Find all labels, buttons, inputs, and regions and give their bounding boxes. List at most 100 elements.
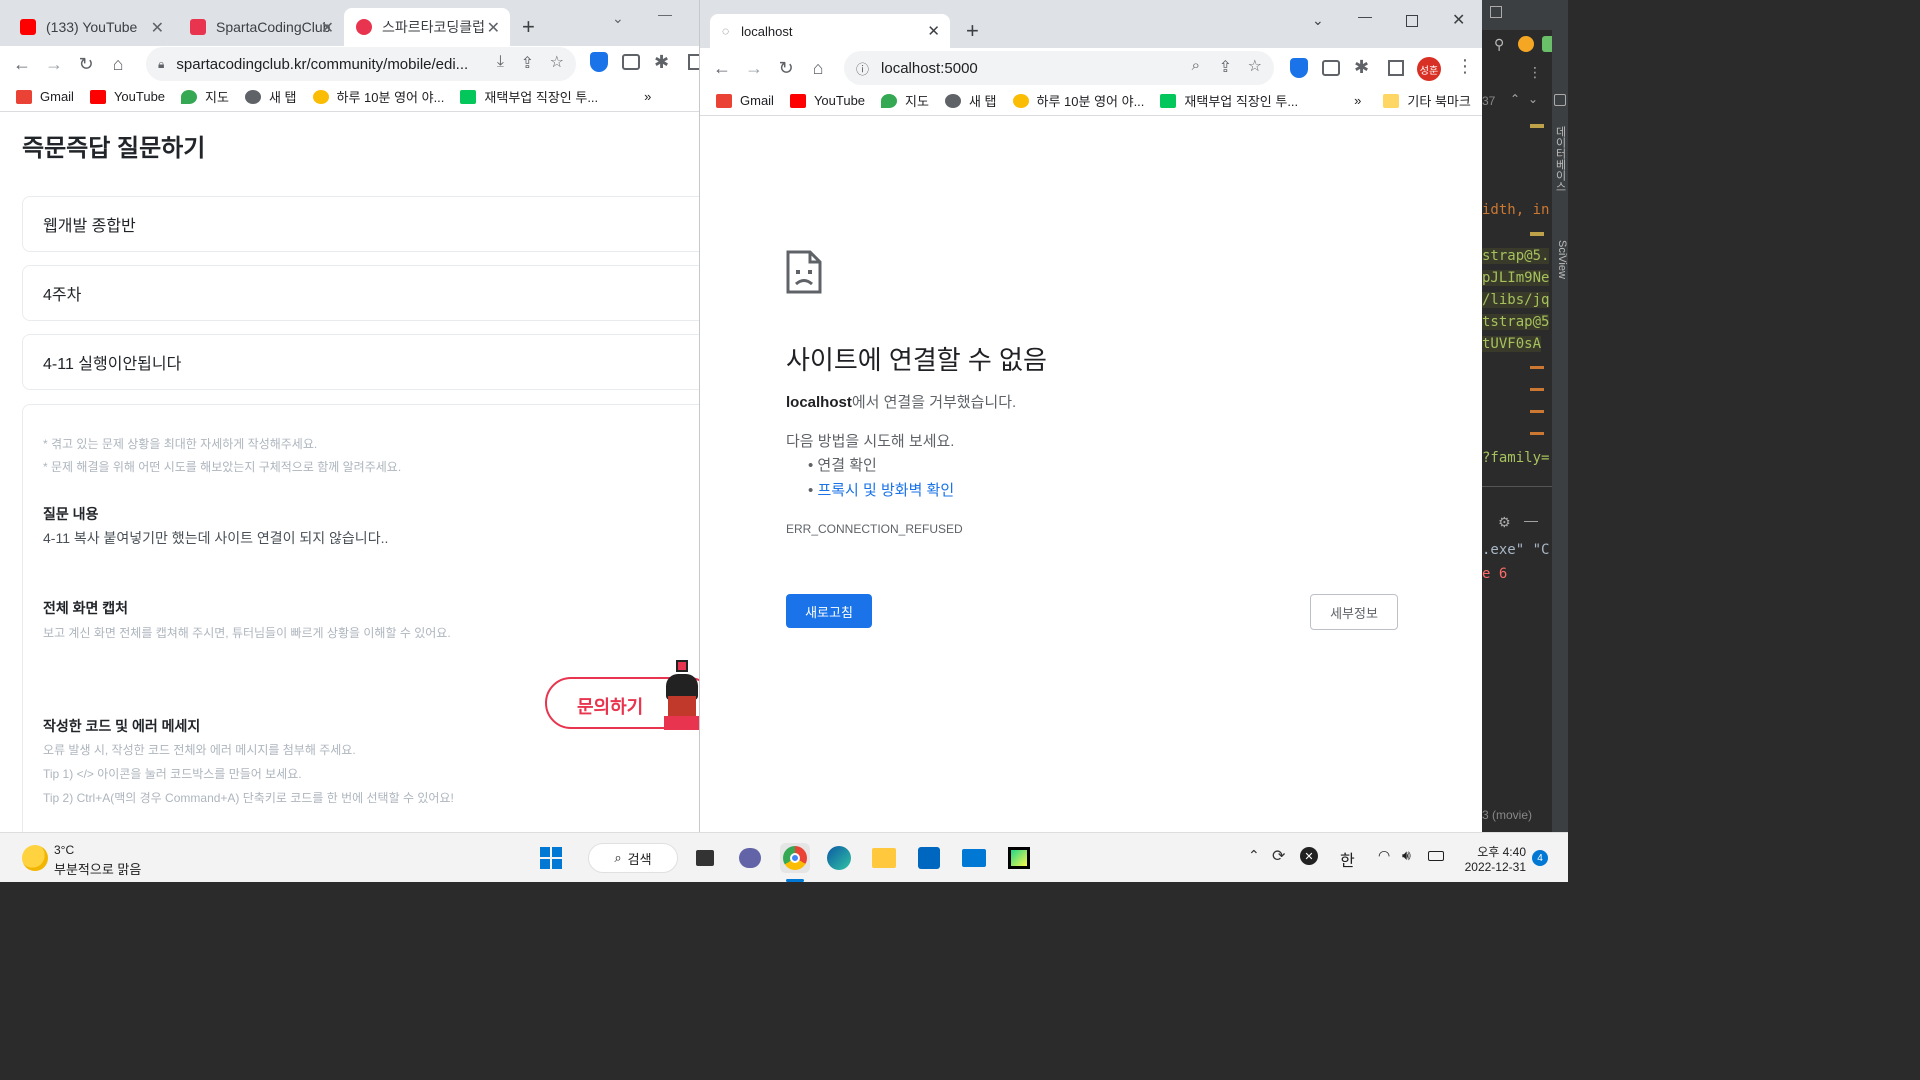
extensions-puzzle-icon[interactable]: ✱ — [1354, 57, 1369, 78]
bookmark-gmail[interactable]: Gmail — [16, 89, 74, 104]
bookmark-label: 새 탭 — [268, 90, 297, 105]
tab-search-icon[interactable]: ⌄ — [612, 10, 624, 27]
tab-localhost[interactable]: ◌ localhost ✕ — [710, 14, 950, 48]
gear-icon[interactable]: ⚙ — [1498, 514, 1511, 531]
chrome-icon[interactable] — [780, 843, 810, 873]
reload-button[interactable]: 새로고침 — [786, 594, 872, 628]
clock-date[interactable]: 2022-12-31 — [1462, 860, 1526, 874]
new-tab-button[interactable]: + — [522, 14, 535, 40]
left-address-bar[interactable]: 🔒︎ spartacodingclub.kr/community/mobile/… — [146, 47, 576, 81]
bookmark-new-tab[interactable]: 새 탭 — [944, 91, 997, 110]
battery-icon[interactable] — [1428, 851, 1444, 861]
taskbar-search[interactable]: ⌕ 검색 — [588, 843, 678, 873]
forward-icon[interactable]: → — [740, 54, 768, 82]
bookmark-blog[interactable]: 재택부업 직장인 투... — [1160, 91, 1298, 110]
maps-pin-icon — [181, 89, 198, 104]
home-icon[interactable]: ⌂ — [104, 50, 132, 78]
tab-sparta-active[interactable]: 스파르타코딩클럽 ✕ — [344, 8, 510, 46]
question-editor[interactable]: * 겪고 있는 문제 상황을 최대한 자세하게 작성해주세요. * 문제 해결을… — [22, 404, 700, 832]
close-icon[interactable]: ✕ — [321, 18, 334, 38]
minimize-icon[interactable]: — — [1358, 8, 1372, 24]
bookmark-english[interactable]: 하루 10분 영어 야... — [312, 87, 444, 106]
other-bookmarks[interactable]: 기타 북마크 — [1383, 91, 1471, 110]
bookmark-new-tab[interactable]: 새 탭 — [244, 87, 297, 106]
wifi-icon[interactable]: ◠ — [1378, 847, 1390, 864]
bookmark-english[interactable]: 하루 10분 영어 야... — [1012, 91, 1144, 110]
course-select[interactable]: 웹개발 종합반 — [22, 196, 700, 252]
sciview-tab[interactable]: SciView — [1552, 240, 1568, 300]
chat-teams-icon[interactable] — [735, 843, 765, 873]
weather-sun-icon[interactable] — [22, 845, 48, 871]
right-address-bar[interactable]: ⓘ localhost:5000 ⌕ ⇪ ☆ — [844, 51, 1274, 85]
star-icon[interactable]: ☆ — [550, 52, 564, 72]
bookmark-maps[interactable]: 지도 — [181, 87, 229, 106]
install-icon[interactable]: ⤓ — [497, 53, 504, 71]
bookmark-maps[interactable]: 지도 — [881, 91, 929, 110]
home-icon[interactable]: ⌂ — [804, 54, 832, 82]
file-explorer-icon[interactable] — [869, 843, 899, 873]
close-icon[interactable]: ✕ — [151, 18, 164, 38]
notification-badge[interactable]: 4 — [1532, 850, 1548, 866]
bookmark-youtube[interactable]: YouTube — [89, 89, 165, 104]
suggestion-proxy-link[interactable]: • 프록시 및 방화벽 확인 — [808, 479, 954, 500]
chevron-down-icon[interactable]: ⌄ — [1528, 92, 1538, 106]
subject-input[interactable]: 4-11 실행이안됩니다 — [22, 334, 700, 390]
share-icon[interactable]: ⇪ — [521, 53, 534, 73]
back-icon[interactable]: ← — [708, 54, 736, 82]
chevron-up-icon[interactable]: ⌃ — [1510, 92, 1520, 106]
extension-cast-icon[interactable] — [622, 54, 640, 70]
week-select[interactable]: 4주차 — [22, 265, 700, 321]
menu-kebab-icon[interactable]: ⋮ — [1528, 64, 1542, 81]
tab-search-icon[interactable]: ⌄ — [1312, 12, 1324, 29]
bookmark-gmail[interactable]: Gmail — [716, 93, 774, 108]
ime-indicator[interactable]: 한 — [1340, 847, 1355, 871]
star-icon[interactable]: ☆ — [1248, 56, 1262, 76]
notifications-icon[interactable] — [1554, 94, 1566, 106]
close-window-icon[interactable]: ✕ — [1452, 10, 1465, 30]
search-icon[interactable]: ⚲ — [1494, 36, 1504, 53]
weather-desc[interactable]: 부분적으로 맑음 — [54, 859, 141, 878]
profile-avatar[interactable]: 성훈 — [1417, 57, 1441, 81]
extension-shield-icon[interactable] — [1290, 58, 1308, 78]
menu-kebab-icon[interactable]: ⋮ — [1456, 56, 1474, 77]
extension-cast-icon[interactable] — [1322, 60, 1340, 76]
details-button[interactable]: 세부정보 — [1310, 594, 1398, 630]
database-tab[interactable]: 데이터베이스 — [1552, 126, 1568, 236]
new-tab-button[interactable]: + — [966, 18, 979, 44]
maximize-icon[interactable] — [1490, 6, 1502, 18]
extensions-puzzle-icon[interactable]: ✱ — [654, 52, 669, 73]
edge-icon[interactable] — [824, 843, 854, 873]
minimize-panel-icon[interactable]: — — [1524, 512, 1538, 528]
close-icon[interactable]: ✕ — [927, 22, 940, 40]
reload-icon[interactable]: ↻ — [772, 54, 800, 82]
task-view-icon[interactable] — [690, 843, 720, 873]
ide-window: ⚲ ⋮ 37 ⌃ ⌄ idth, in strap@5. pJLIm9Ne /l… — [1482, 0, 1568, 832]
store-icon[interactable] — [914, 843, 944, 873]
side-panel-icon[interactable] — [1388, 60, 1404, 76]
chevron-up-icon[interactable]: ⌃ — [1248, 847, 1260, 864]
sync-icon[interactable]: ⟳ — [1272, 846, 1285, 866]
bookmarks-overflow[interactable]: » — [644, 89, 651, 104]
tab-spartacodingclub[interactable]: SpartaCodingClub ✕ — [178, 8, 344, 46]
search-icon[interactable]: ⌕ — [1192, 57, 1200, 74]
start-windows-icon[interactable] — [536, 843, 566, 873]
app-tray-icon[interactable]: ✕ — [1300, 847, 1318, 865]
close-icon[interactable]: ✕ — [487, 18, 500, 38]
extension-shield-icon[interactable] — [590, 52, 608, 72]
maximize-icon[interactable] — [1406, 15, 1418, 27]
bookmark-blog[interactable]: 재택부업 직장인 투... — [460, 87, 598, 106]
weather-temp[interactable]: 3°C — [54, 843, 74, 857]
mail-icon[interactable] — [959, 843, 989, 873]
bookmark-youtube[interactable]: YouTube — [789, 93, 865, 108]
volume-icon[interactable]: 🔊︎ — [1402, 847, 1411, 864]
bookmarks-overflow[interactable]: » — [1354, 93, 1361, 108]
minimize-icon[interactable]: — — [658, 6, 672, 22]
reload-icon[interactable]: ↻ — [72, 50, 100, 78]
share-icon[interactable]: ⇪ — [1219, 57, 1232, 77]
plugin-icon[interactable] — [1518, 36, 1534, 52]
back-icon[interactable]: ← — [8, 50, 36, 78]
clock-time[interactable]: 오후 4:40 — [1462, 843, 1526, 860]
pycharm-icon[interactable] — [1004, 843, 1034, 873]
forward-icon[interactable]: → — [40, 50, 68, 78]
tab-youtube[interactable]: (133) YouTube ✕ — [8, 8, 174, 46]
